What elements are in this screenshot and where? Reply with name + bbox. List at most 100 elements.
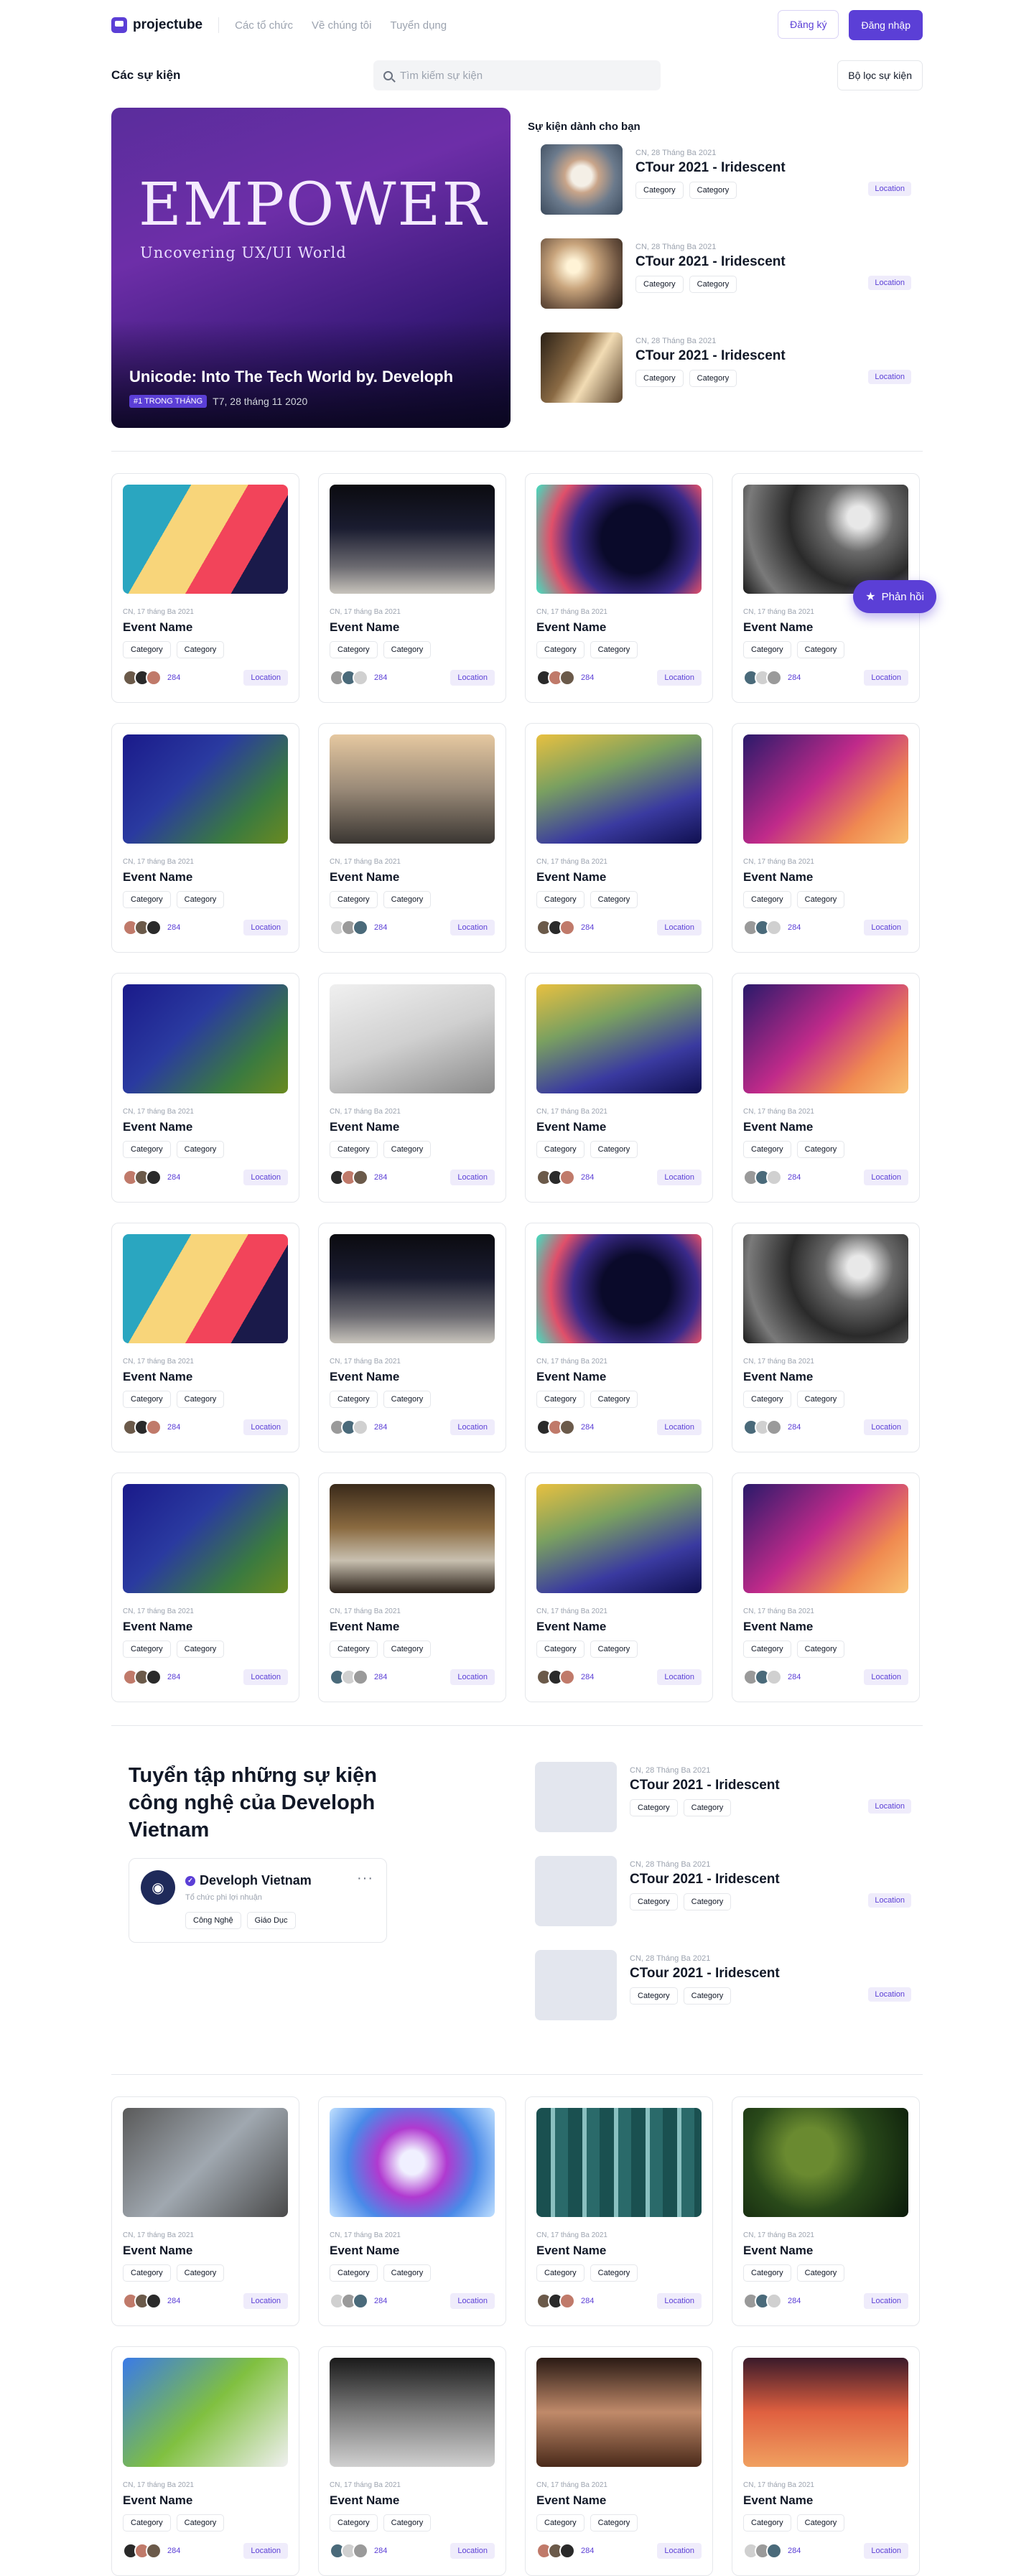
category-tag[interactable]: Category (743, 1391, 791, 1408)
category-tag[interactable]: Category (123, 1391, 171, 1408)
category-tag[interactable]: Category (536, 2264, 584, 2282)
category-tag[interactable]: Category (536, 1391, 584, 1408)
event-card[interactable]: CN, 17 tháng Ba 2021 Event Name Category… (318, 473, 506, 703)
category-tag[interactable]: Category (743, 1141, 791, 1158)
category-tag[interactable]: Category (176, 2514, 225, 2531)
category-tag[interactable]: Category (330, 891, 378, 908)
list-item[interactable]: CN, 28 Tháng Ba 2021 CTour 2021 - Iridesc… (528, 332, 923, 426)
category-tag[interactable]: Category (796, 641, 845, 658)
category-tag[interactable]: Category (536, 1141, 584, 1158)
event-card[interactable]: CN, 17 tháng Ba 2021 Event Name Category… (732, 2346, 920, 2576)
category-tag[interactable]: Category (536, 1641, 584, 1658)
category-tag[interactable]: Category (330, 641, 378, 658)
event-card[interactable]: CN, 17 tháng Ba 2021 Event Name Category… (111, 723, 299, 953)
category-tag[interactable]: Category (330, 1141, 378, 1158)
event-card[interactable]: CN, 17 tháng Ba 2021 Event Name Category… (525, 1223, 713, 1452)
event-card[interactable]: CN, 17 tháng Ba 2021 Event Name Category… (525, 2346, 713, 2576)
event-card[interactable]: CN, 17 tháng Ba 2021 Event Name Category… (318, 2346, 506, 2576)
event-card[interactable]: CN, 17 tháng Ba 2021 Event Name Category… (318, 2096, 506, 2326)
category-tag[interactable]: Category (635, 182, 684, 199)
event-card[interactable]: CN, 17 tháng Ba 2021 Event Name Category… (318, 973, 506, 1203)
category-tag[interactable]: Category (796, 1641, 845, 1658)
category-tag[interactable]: Category (176, 641, 225, 658)
category-tag[interactable]: Category (590, 891, 638, 908)
category-tag[interactable]: Category (683, 1987, 732, 2005)
category-tag[interactable]: Category (176, 1141, 225, 1158)
category-tag[interactable]: Category (383, 1141, 432, 1158)
category-tag[interactable]: Category (383, 2264, 432, 2282)
category-tag[interactable]: Category (590, 2264, 638, 2282)
organization-card[interactable]: ◉ ✓ Developh Vietnam Tổ chức phi lợi nhuậ… (129, 1858, 387, 1943)
nav-careers[interactable]: Tuyển dụng (390, 19, 447, 32)
category-tag[interactable]: Category (536, 641, 584, 658)
event-card[interactable]: CN, 17 tháng Ba 2021 Event Name Category… (111, 1473, 299, 1702)
category-tag[interactable]: Category (176, 2264, 225, 2282)
category-tag[interactable]: Category (383, 2514, 432, 2531)
event-card[interactable]: CN, 17 tháng Ba 2021 Event Name Category… (111, 2346, 299, 2576)
event-card[interactable]: CN, 17 tháng Ba 2021 Event Name Category… (318, 1223, 506, 1452)
event-card[interactable]: CN, 17 tháng Ba 2021 Event Name Category… (111, 973, 299, 1203)
list-item[interactable]: CN, 28 Tháng Ba 2021 CTour 2021 - Iridesc… (535, 1950, 923, 2044)
nav-organizations[interactable]: Các tổ chức (235, 19, 293, 32)
event-card[interactable]: CN, 17 tháng Ba 2021 Event Name Category… (318, 723, 506, 953)
event-card[interactable]: CN, 17 tháng Ba 2021 Event Name Category… (732, 1473, 920, 1702)
feedback-button[interactable]: ★ Phản hồi (853, 580, 936, 613)
category-tag[interactable]: Category (689, 370, 737, 387)
category-tag[interactable]: Category (796, 2514, 845, 2531)
category-tag[interactable]: Category (330, 1641, 378, 1658)
event-card[interactable]: CN, 17 tháng Ba 2021 Event Name Category… (732, 723, 920, 953)
category-tag[interactable]: Category (330, 1391, 378, 1408)
event-card[interactable]: CN, 17 tháng Ba 2021 Event Name Category… (525, 723, 713, 953)
hero-event-banner[interactable]: EMPOWER Uncovering UX/UI World Unicode: … (111, 108, 511, 428)
category-tag[interactable]: Category (630, 1893, 678, 1910)
more-icon[interactable]: ··· (357, 1870, 373, 1887)
category-tag[interactable]: Category (635, 370, 684, 387)
category-tag[interactable]: Category (590, 1391, 638, 1408)
event-card[interactable]: CN, 17 tháng Ba 2021 Event Name Category… (111, 2096, 299, 2326)
event-card[interactable]: CN, 17 tháng Ba 2021 Event Name Category… (111, 473, 299, 703)
category-tag[interactable]: Category (796, 2264, 845, 2282)
category-tag[interactable]: Category (123, 2264, 171, 2282)
category-tag[interactable]: Category (330, 2514, 378, 2531)
list-item[interactable]: CN, 28 Tháng Ba 2021 CTour 2021 - Iridesc… (528, 238, 923, 332)
org-tag[interactable]: Giáo Dục (246, 1912, 296, 1929)
category-tag[interactable]: Category (123, 1641, 171, 1658)
category-tag[interactable]: Category (383, 1391, 432, 1408)
logo[interactable]: projectube (111, 17, 202, 33)
category-tag[interactable]: Category (383, 641, 432, 658)
category-tag[interactable]: Category (683, 1799, 732, 1816)
category-tag[interactable]: Category (590, 1641, 638, 1658)
category-tag[interactable]: Category (630, 1799, 678, 1816)
org-tag[interactable]: Công Nghệ (185, 1912, 241, 1929)
event-card[interactable]: CN, 17 tháng Ba 2021 Event Name Category… (732, 2096, 920, 2326)
event-card[interactable]: CN, 17 tháng Ba 2021 Event Name Category… (525, 2096, 713, 2326)
category-tag[interactable]: Category (123, 891, 171, 908)
event-card[interactable]: CN, 17 tháng Ba 2021 Event Name Category… (525, 973, 713, 1203)
event-card[interactable]: CN, 17 tháng Ba 2021 Event Name Category… (732, 973, 920, 1203)
event-card[interactable]: CN, 17 tháng Ba 2021 Event Name Category… (318, 1473, 506, 1702)
category-tag[interactable]: Category (630, 1987, 678, 2005)
category-tag[interactable]: Category (796, 891, 845, 908)
category-tag[interactable]: Category (383, 1641, 432, 1658)
signup-button[interactable]: Đăng ký (778, 10, 839, 39)
filter-button[interactable]: Bộ lọc sự kiện (837, 60, 923, 90)
category-tag[interactable]: Category (123, 1141, 171, 1158)
category-tag[interactable]: Category (743, 641, 791, 658)
category-tag[interactable]: Category (743, 1641, 791, 1658)
event-card[interactable]: CN, 17 tháng Ba 2021 Event Name Category… (525, 1473, 713, 1702)
category-tag[interactable]: Category (590, 641, 638, 658)
list-item[interactable]: CN, 28 Tháng Ba 2021 CTour 2021 - Iridesc… (535, 1856, 923, 1950)
category-tag[interactable]: Category (796, 1141, 845, 1158)
category-tag[interactable]: Category (590, 1141, 638, 1158)
category-tag[interactable]: Category (536, 2514, 584, 2531)
category-tag[interactable]: Category (743, 2514, 791, 2531)
login-button[interactable]: Đăng nhập (849, 10, 923, 40)
list-item[interactable]: CN, 28 Tháng Ba 2021 CTour 2021 - Iridesc… (535, 1762, 923, 1856)
nav-about[interactable]: Về chúng tôi (312, 19, 371, 32)
search-input[interactable]: Tìm kiếm sự kiện (373, 60, 661, 90)
category-tag[interactable]: Category (689, 276, 737, 293)
event-card[interactable]: CN, 17 tháng Ba 2021 Event Name Category… (111, 1223, 299, 1452)
category-tag[interactable]: Category (123, 2514, 171, 2531)
category-tag[interactable]: Category (590, 2514, 638, 2531)
event-card[interactable]: CN, 17 tháng Ba 2021 Event Name Category… (732, 1223, 920, 1452)
